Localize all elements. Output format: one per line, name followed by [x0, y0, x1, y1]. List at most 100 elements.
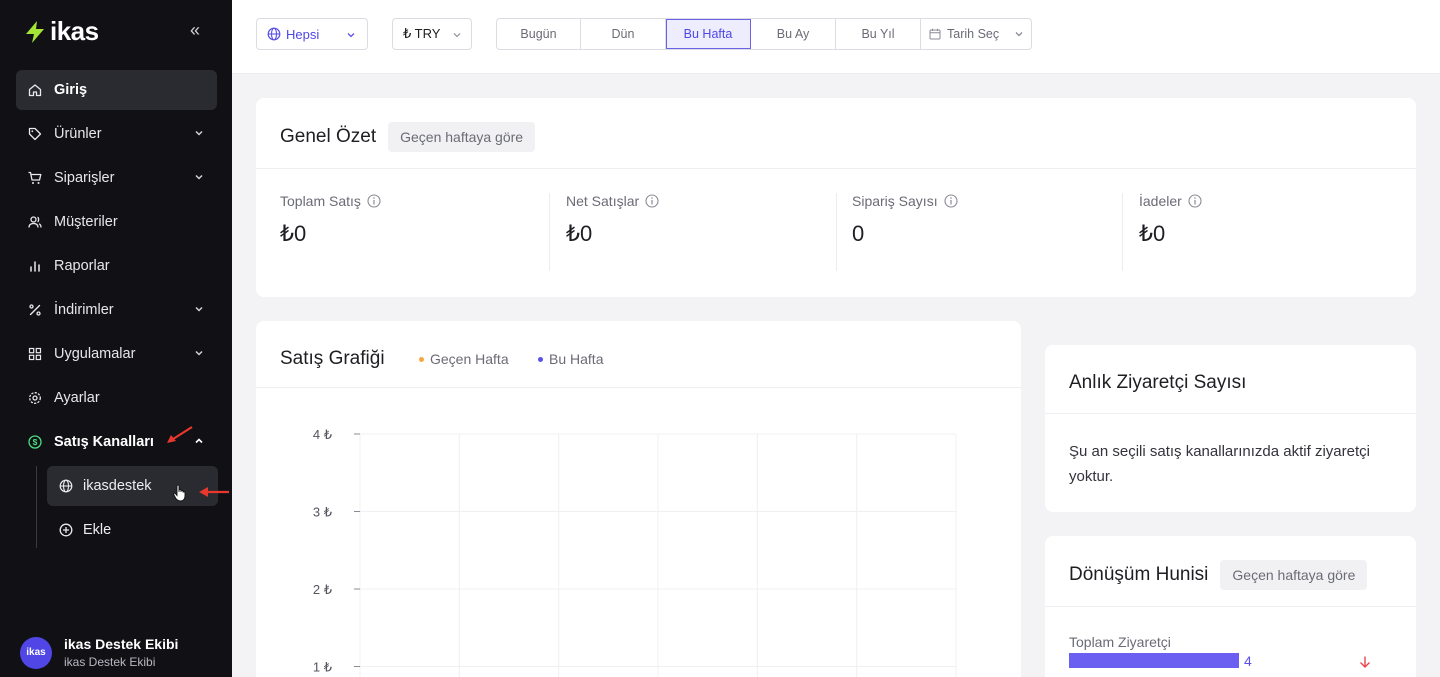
sidebar-item-giris[interactable]: Giriş — [16, 70, 217, 110]
chevron-down-icon — [195, 174, 203, 180]
sidebar-item-label: Raporlar — [54, 258, 110, 274]
currency-select-value: ₺ TRY — [403, 26, 441, 41]
bar-chart-icon — [28, 259, 42, 273]
info-icon[interactable] — [1188, 194, 1202, 208]
sidebar-subitem-label: Ekle — [83, 522, 112, 538]
date-picker-label: Tarih Seç — [947, 27, 1000, 41]
stat-label: İadeler — [1139, 193, 1182, 209]
summary-card: Genel Özet Geçen haftaya göre Toplam Sat… — [256, 98, 1416, 297]
y-tick-label: 3 ₺ — [313, 505, 332, 520]
summary-compare-badge: Geçen haftaya göre — [388, 122, 536, 152]
collapse-sidebar-button[interactable]: « — [190, 20, 200, 41]
divider — [1045, 606, 1416, 607]
stat-siparis-sayisi: Sipariş Sayısı 0 — [852, 193, 958, 247]
sidebar-item-label: Giriş — [54, 82, 88, 98]
chevron-down-icon — [1015, 32, 1023, 37]
currency-select[interactable]: ₺ TRY — [392, 18, 472, 50]
hand-cursor-icon — [173, 484, 186, 502]
sidebar-item-label: Uygulamalar — [54, 346, 136, 362]
sidebar-nav: Giriş Ürünler Siparişler Müşteriler Rapo… — [16, 70, 217, 466]
sidebar-item-urunler[interactable]: Ürünler — [16, 114, 217, 154]
arrow-down-icon — [1360, 656, 1370, 668]
sidebar-item-ayarlar[interactable]: Ayarlar — [16, 378, 217, 418]
sidebar-item-label: Satış Kanalları — [54, 434, 154, 450]
plus-circle-icon — [59, 523, 73, 537]
user-subtitle: ikas Destek Ekibi — [64, 655, 156, 669]
stat-value: ₺0 — [566, 221, 593, 246]
conversion-funnel-card: Dönüşüm Hunisi Geçen haftaya göre Toplam… — [1045, 536, 1416, 677]
sidebar-subitem-ikasdestek[interactable]: ikasdestek — [47, 466, 218, 506]
user-profile[interactable]: ikas ikas Destek Ekibi ikas Destek Ekibi — [20, 636, 178, 669]
home-icon — [28, 83, 42, 97]
channel-select[interactable]: Hepsi — [256, 18, 368, 50]
divider — [1122, 193, 1123, 271]
stat-value: ₺0 — [280, 221, 307, 246]
chevron-down-icon — [195, 130, 203, 136]
divider — [1045, 413, 1416, 414]
stat-toplam-satis: Toplam Satış ₺0 — [280, 193, 381, 247]
red-arrow-icon — [167, 426, 193, 443]
avatar: ikas — [20, 636, 52, 669]
funnel-bar-track — [1069, 653, 1239, 668]
funnel-bar — [1069, 653, 1239, 668]
globe-icon — [267, 27, 281, 41]
sidebar-item-uygulamalar[interactable]: Uygulamalar — [16, 334, 217, 374]
funnel-compare-badge: Geçen haftaya göre — [1220, 560, 1368, 590]
chevron-down-icon — [347, 33, 355, 38]
info-icon[interactable] — [645, 194, 659, 208]
stat-label: Sipariş Sayısı — [852, 193, 938, 209]
date-range-segment: Bugün Dün Bu Hafta Bu Ay Bu Yıl Tarih Se… — [496, 18, 1032, 50]
sidebar-item-indirimler[interactable]: İndirimler — [16, 290, 217, 330]
live-visitors-title: Anlık Ziyaretçi Sayısı — [1069, 372, 1247, 393]
info-icon[interactable] — [367, 194, 381, 208]
range-dun[interactable]: Dün — [581, 19, 666, 49]
sidebar-subitem-ekle[interactable]: Ekle — [47, 510, 218, 550]
range-bu-yil[interactable]: Bu Yıl — [836, 19, 921, 49]
sidebar-subitem-label: ikasdestek — [83, 478, 152, 494]
stat-value: ₺0 — [1139, 221, 1166, 246]
svg-text:$: $ — [33, 437, 38, 447]
sidebar: ikas « Giriş Ürünler Siparişler Müşteril… — [0, 0, 232, 677]
stat-value: 0 — [852, 221, 865, 246]
sidebar-item-label: Ürünler — [54, 126, 102, 142]
sidebar-item-siparisler[interactable]: Siparişler — [16, 158, 217, 198]
logo-text: ikas — [50, 16, 99, 46]
stat-net-satislar: Net Satışlar ₺0 — [566, 193, 659, 247]
globe-icon — [59, 479, 73, 493]
divider — [836, 193, 837, 271]
sidebar-item-raporlar[interactable]: Raporlar — [16, 246, 217, 286]
range-bugun[interactable]: Bugün — [497, 19, 581, 49]
sidebar-item-musteriler[interactable]: Müşteriler — [16, 202, 217, 242]
chevron-down-icon — [195, 306, 203, 312]
grid-icon — [28, 347, 42, 361]
chevron-down-icon — [195, 350, 203, 356]
live-visitors-card: Anlık Ziyaretçi Sayısı Şu an seçili satı… — [1045, 345, 1416, 512]
y-tick-label: 4 ₺ — [313, 427, 332, 442]
info-icon[interactable] — [944, 194, 958, 208]
sidebar-item-label: Ayarlar — [54, 390, 100, 406]
sales-channels-submenu: ikasdestek Ekle — [36, 466, 218, 550]
y-tick-label: 1 ₺ — [313, 660, 332, 675]
users-icon — [28, 215, 42, 229]
chevron-down-icon — [453, 33, 461, 38]
live-visitors-message: Şu an seçili satış kanallarınızda aktif … — [1069, 443, 1370, 485]
channel-select-value: Hepsi — [286, 26, 320, 42]
range-bu-ay[interactable]: Bu Ay — [751, 19, 836, 49]
logo[interactable]: ikas — [26, 16, 99, 47]
filter-bar: Hepsi ₺ TRY Bugün Dün Bu Hafta Bu Ay Bu … — [232, 0, 1440, 74]
tag-icon — [28, 127, 42, 141]
funnel-row-value: 4 — [1244, 653, 1252, 669]
date-picker[interactable]: Tarih Seç — [921, 19, 1031, 49]
cart-icon — [28, 171, 42, 185]
bolt-icon — [26, 20, 44, 43]
gear-icon — [28, 391, 42, 405]
range-bu-hafta[interactable]: Bu Hafta — [666, 19, 751, 49]
sales-chart-card: Satış Grafiği Geçen Hafta Bu Hafta 4 ₺ 3 … — [256, 321, 1021, 677]
red-arrow-icon — [199, 487, 229, 497]
stat-label: Toplam Satış — [280, 193, 361, 209]
divider — [256, 168, 1416, 169]
sidebar-item-label: Siparişler — [54, 170, 115, 186]
funnel-row-label: Toplam Ziyaretçi — [1069, 634, 1171, 650]
user-name: ikas Destek Ekibi — [64, 636, 179, 652]
divider — [549, 193, 550, 271]
